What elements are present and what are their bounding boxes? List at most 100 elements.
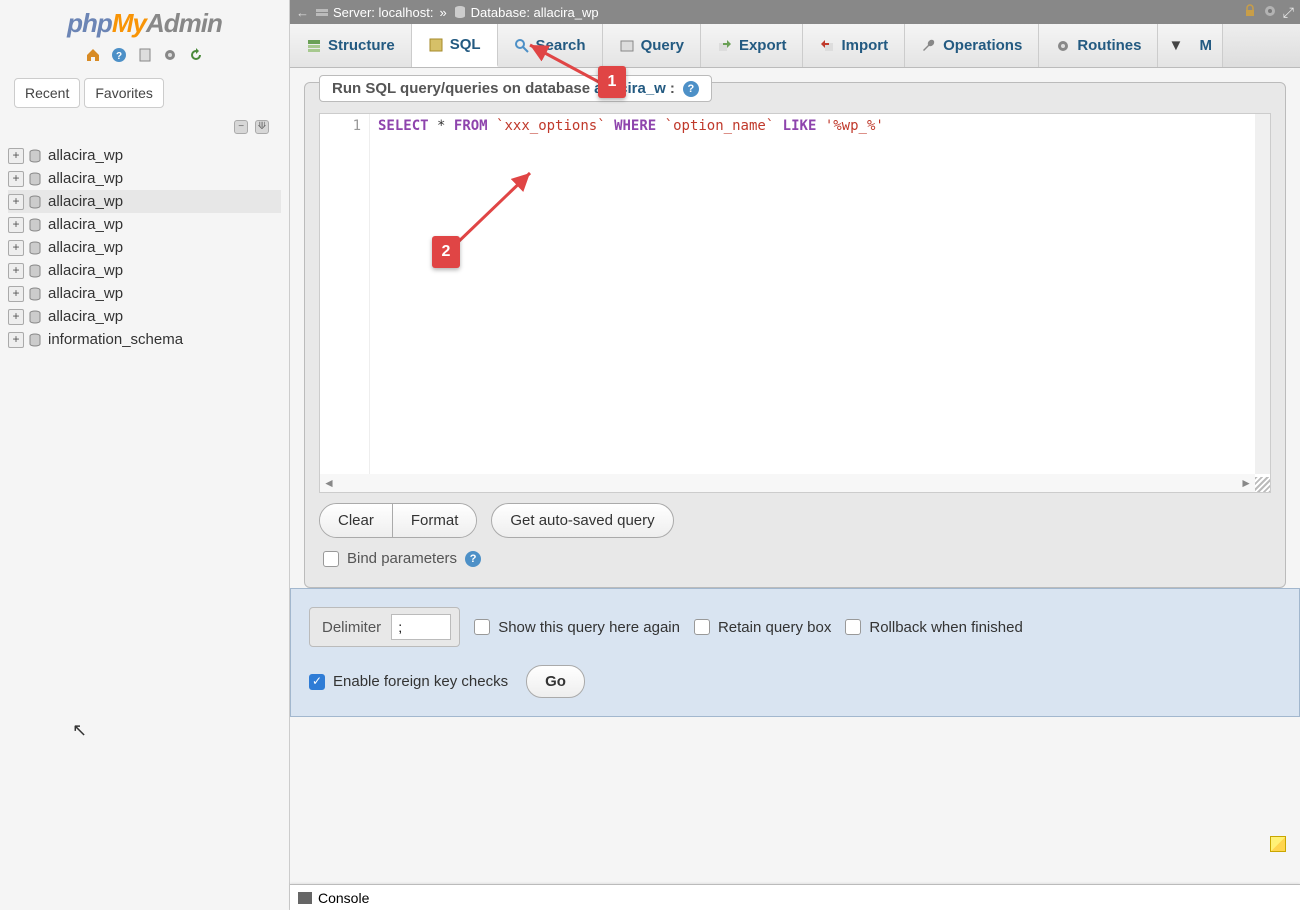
gear-icon[interactable] xyxy=(1263,4,1277,21)
database-icon xyxy=(28,149,42,163)
main-panel: ← Server: localhost: » Database: allacir… xyxy=(290,0,1300,910)
tab-label: M xyxy=(1200,37,1213,54)
console-bar[interactable]: Console xyxy=(290,884,1300,910)
sidebar: phpMyAdmin ? Recent Favorites − ⟱ +allac… xyxy=(0,0,290,910)
bind-parameters-checkbox[interactable] xyxy=(323,551,339,567)
options-row-1: Delimiter Show this query here again Ret… xyxy=(309,607,1281,647)
legend-dbname[interactable]: allacira_w xyxy=(594,80,666,97)
routines-icon xyxy=(1055,38,1071,54)
breadcrumb-database[interactable]: Database: allacira_wp xyxy=(453,5,599,20)
tab-structure[interactable]: Structure xyxy=(290,24,412,67)
tab-sql[interactable]: SQL xyxy=(412,24,498,67)
breadcrumb-db-label: Database: allacira_wp xyxy=(471,5,599,20)
settings-icon[interactable] xyxy=(162,47,178,63)
sticky-note-icon[interactable] xyxy=(1270,836,1286,852)
bind-parameters-row: Bind parameters ? xyxy=(323,550,1267,567)
breadcrumb-server[interactable]: Server: localhost: xyxy=(315,5,433,20)
expand-icon[interactable]: + xyxy=(8,332,24,348)
show-again-label: Show this query here again xyxy=(498,619,680,636)
structure-icon xyxy=(306,38,322,54)
tree-node[interactable]: +allacira_wp xyxy=(8,259,281,282)
breadcrumb-back-icon[interactable]: ← xyxy=(296,5,309,20)
tree-label: allacira_wp xyxy=(48,170,123,187)
tab-search[interactable]: Search xyxy=(498,24,603,67)
retain-item[interactable]: Retain query box xyxy=(694,619,831,636)
tab-routines[interactable]: Routines xyxy=(1039,24,1158,67)
expand-icon[interactable]: ⤢ xyxy=(1283,4,1294,21)
tree-node[interactable]: +information_schema xyxy=(8,328,281,351)
tab-export[interactable]: Export xyxy=(701,24,804,67)
sql-editor[interactable]: 1 SELECT * FROM `xxx_options` WHERE `opt… xyxy=(319,113,1271,493)
collapse-all-icon[interactable]: − xyxy=(234,120,248,134)
tree-node[interactable]: + allacira_wp xyxy=(8,167,281,190)
lock-icon[interactable] xyxy=(1243,4,1257,21)
tree-node[interactable]: +allacira_wp xyxy=(8,144,281,167)
rollback-checkbox[interactable] xyxy=(845,619,861,635)
show-again-checkbox[interactable] xyxy=(474,619,490,635)
expand-icon[interactable]: + xyxy=(8,263,24,279)
fk-item[interactable]: Enable foreign key checks xyxy=(309,673,508,690)
logout-icon[interactable]: ? xyxy=(111,47,127,63)
expand-icon[interactable]: + xyxy=(8,148,24,164)
expand-icon[interactable]: + xyxy=(8,194,24,210)
search-icon xyxy=(514,38,530,54)
home-icon[interactable] xyxy=(85,47,101,63)
breadcrumb-actions: ⤢ xyxy=(1243,4,1294,21)
expand-icon[interactable]: + xyxy=(8,217,24,233)
breadcrumb-sep: » xyxy=(439,5,446,20)
tree-node[interactable]: +allacira_wp xyxy=(8,213,281,236)
tree-node[interactable]: + allacira_wp xyxy=(8,190,281,213)
docs-icon[interactable] xyxy=(137,47,153,63)
tree-node[interactable]: + allacira_wp xyxy=(8,282,281,305)
tree-label: allacira_wp xyxy=(48,308,123,325)
tree-label: allacira_wp xyxy=(48,193,123,210)
link-icon[interactable]: ⟱ xyxy=(255,120,269,134)
delimiter-box: Delimiter xyxy=(309,607,460,647)
editor-code[interactable]: SELECT * FROM `xxx_options` WHERE `optio… xyxy=(370,114,1270,492)
database-icon xyxy=(28,172,42,186)
get-autosaved-button[interactable]: Get auto-saved query xyxy=(491,503,673,538)
breadcrumb-server-label: Server: localhost: xyxy=(333,5,433,20)
tree-node[interactable]: + allacira_wp xyxy=(8,305,281,328)
retain-checkbox[interactable] xyxy=(694,619,710,635)
console-icon xyxy=(298,892,312,904)
tab-more[interactable]: ▼ M xyxy=(1158,24,1223,67)
help-icon[interactable]: ? xyxy=(465,551,481,567)
tree-node[interactable]: + allacira_wp xyxy=(8,236,281,259)
expand-icon[interactable]: + xyxy=(8,286,24,302)
fk-checkbox[interactable] xyxy=(309,674,325,690)
tab-bar: Structure SQL Search Query Export Import… xyxy=(290,24,1300,68)
format-button[interactable]: Format xyxy=(393,504,477,537)
recent-button[interactable]: Recent xyxy=(14,78,80,108)
sidebar-quick-icons: ? xyxy=(0,43,289,74)
editor-hscrollbar[interactable]: ◄► xyxy=(320,474,1255,492)
logo-my: My xyxy=(112,8,146,38)
delimiter-label: Delimiter xyxy=(322,619,381,636)
legend-prefix: Run SQL query/queries on database xyxy=(332,80,590,97)
expand-icon[interactable]: + xyxy=(8,171,24,187)
delimiter-input[interactable] xyxy=(391,614,451,640)
go-button[interactable]: Go xyxy=(526,665,585,698)
expand-icon[interactable]: + xyxy=(8,240,24,256)
tab-query[interactable]: Query xyxy=(603,24,701,67)
tok-val: '%wp_%' xyxy=(825,118,892,134)
tree-label: allacira_wp xyxy=(48,239,123,256)
tok-col: `option_name` xyxy=(665,118,775,134)
tab-import[interactable]: Import xyxy=(803,24,905,67)
reload-icon[interactable] xyxy=(188,47,204,63)
rollback-item[interactable]: Rollback when finished xyxy=(845,619,1022,636)
tab-label: SQL xyxy=(450,36,481,53)
tree-label: allacira_wp xyxy=(48,285,123,302)
clear-button[interactable]: Clear xyxy=(320,504,393,537)
tab-label: Import xyxy=(841,37,888,54)
tab-label: Operations xyxy=(943,37,1022,54)
tab-operations[interactable]: Operations xyxy=(905,24,1039,67)
show-again-item[interactable]: Show this query here again xyxy=(474,619,680,636)
favorites-button[interactable]: Favorites xyxy=(84,78,164,108)
resize-grip-icon[interactable] xyxy=(1255,477,1270,492)
editor-vscrollbar[interactable] xyxy=(1255,114,1270,474)
expand-icon[interactable]: + xyxy=(8,309,24,325)
kw-where: WHERE xyxy=(614,118,656,134)
help-icon[interactable]: ? xyxy=(683,81,699,97)
tok-table: `xxx_options` xyxy=(496,118,606,134)
